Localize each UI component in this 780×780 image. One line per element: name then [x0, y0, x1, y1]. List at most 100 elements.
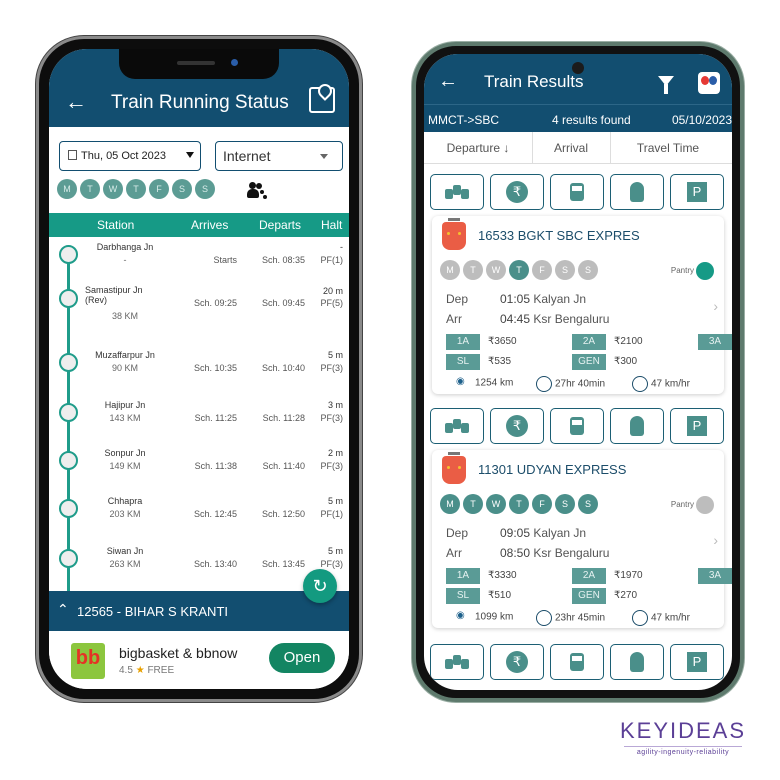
- day-chip: F: [532, 494, 552, 514]
- fare-class: SL: [446, 354, 480, 370]
- quick-actions-row: ₹ P: [424, 644, 732, 684]
- platform-icon: P: [687, 182, 707, 202]
- departure-time: Sch. 12:50: [261, 509, 305, 519]
- platform-button[interactable]: P: [670, 644, 724, 680]
- station-node-icon: [59, 451, 78, 470]
- steam-engine-button[interactable]: [610, 644, 664, 680]
- station-node-icon: [59, 353, 78, 372]
- platform-button[interactable]: P: [670, 408, 724, 444]
- filter-icon[interactable]: [658, 76, 674, 94]
- train-card[interactable]: 16533 BGKT SBC EXPRES M T W T F S S Pantry Dep 01:…: [432, 216, 732, 394]
- station-km: 143 KM: [109, 413, 141, 423]
- platform: PF(1): [320, 255, 344, 265]
- date-value: Thu, 05 Oct 2023: [81, 150, 166, 162]
- speed: 47 km/hr: [651, 612, 690, 624]
- station-km: 263 KM: [109, 559, 141, 569]
- day-chip: S: [578, 260, 598, 280]
- date-selector[interactable]: Thu, 05 Oct 2023: [59, 141, 201, 171]
- rupee-fare-button[interactable]: ₹: [490, 174, 544, 210]
- sort-departure[interactable]: Departure ↓: [424, 141, 532, 155]
- dep-time: 09:05: [500, 526, 531, 540]
- station-node-icon: [59, 549, 78, 568]
- day-chip: T: [80, 179, 100, 199]
- halt-duration: 5 m: [327, 496, 343, 506]
- back-arrow-icon[interactable]: ←: [438, 70, 458, 93]
- source-selector[interactable]: Internet: [215, 141, 343, 171]
- station-name: Darbhanga Jn: [96, 242, 154, 252]
- station-row[interactable]: Samastipur Jn (Rev) 38 KM Sch. 09:25 Sch. 0…: [49, 283, 349, 333]
- halt-duration: 3 m: [327, 400, 343, 410]
- station-node-icon: [59, 403, 78, 422]
- map-pin-icon[interactable]: [309, 87, 335, 113]
- seat-availability-button[interactable]: [430, 408, 484, 444]
- star-icon: ★: [135, 665, 145, 676]
- route-distance-icon: ◉: [456, 610, 465, 621]
- rupee-fare-button[interactable]: ₹: [490, 408, 544, 444]
- route-distance-icon: ◉: [456, 376, 465, 387]
- train-bar-label: 12565 - BIHAR S KRANTI: [77, 604, 228, 619]
- pantry-label: Pantry: [670, 266, 694, 276]
- back-arrow-icon[interactable]: ←: [65, 89, 87, 115]
- fare-price: ₹2100: [614, 336, 643, 347]
- train-schedule-button[interactable]: [550, 644, 604, 680]
- ad-banner[interactable]: bb bigbasket & bbnow 4.5 ★ FREE Open: [49, 631, 349, 689]
- station-row[interactable]: Chhapra 203 KM Sch. 12:45 Sch. 12:50 5 m PF(1…: [49, 493, 349, 543]
- arr-label: Arr: [446, 312, 462, 326]
- halt-duration: -: [340, 242, 343, 252]
- train-schedule-button[interactable]: [550, 408, 604, 444]
- bigbasket-logo: bb: [71, 643, 105, 679]
- railfood-logo-icon[interactable]: [698, 72, 720, 94]
- duration: 27hr 40min: [555, 378, 606, 390]
- train-bar[interactable]: ⌃ 12565 - BIHAR S KRANTI: [49, 591, 349, 631]
- sort-arrival[interactable]: Arrival: [532, 141, 610, 155]
- fare-class: 3A: [698, 568, 732, 584]
- open-button[interactable]: Open: [269, 643, 335, 673]
- rupee-fare-icon: ₹: [506, 651, 528, 673]
- platform: PF(5): [320, 298, 344, 308]
- caret-down-icon: [186, 152, 194, 158]
- rupee-fare-button[interactable]: ₹: [490, 644, 544, 680]
- fare-price: ₹1970: [614, 570, 643, 581]
- chevron-right-icon[interactable]: ›: [713, 532, 718, 548]
- platform-button[interactable]: P: [670, 174, 724, 210]
- sort-travel-time[interactable]: Travel Time: [610, 141, 726, 155]
- coffee-cup-icon: [696, 496, 714, 514]
- day-chip: W: [486, 494, 506, 514]
- chevron-right-icon[interactable]: ›: [713, 298, 718, 314]
- seat-availability-button[interactable]: [430, 174, 484, 210]
- seat-availability-icon: [445, 419, 469, 433]
- arr-label: Arr: [446, 546, 462, 560]
- seat-availability-button[interactable]: [430, 644, 484, 680]
- day-chip: S: [172, 179, 192, 199]
- day-chip: F: [149, 179, 169, 199]
- running-days: MTWTFSS: [440, 260, 601, 280]
- page-title: Train Results: [484, 72, 584, 91]
- station-km: -: [123, 255, 127, 265]
- departure-line: Dep 01:05 Kalyan Jn: [446, 292, 586, 306]
- train-schedule-button[interactable]: [550, 174, 604, 210]
- running-days: MTWTFSS: [57, 179, 218, 201]
- arrival-time: Sch. 11:25: [194, 413, 237, 423]
- distance: 1254 km: [475, 377, 514, 389]
- day-chip: T: [509, 260, 529, 280]
- header-departs: Departs: [259, 218, 302, 232]
- platform-icon: P: [687, 652, 707, 672]
- station-row[interactable]: Sonpur Jn 149 KM Sch. 11:38 Sch. 11:40 2 m PF…: [49, 445, 349, 495]
- steam-engine-icon: [630, 652, 644, 672]
- left-phone: ← Train Running Status Thu, 05 Oct 2023 …: [36, 36, 362, 702]
- ad-price: FREE: [147, 665, 175, 676]
- train-card[interactable]: 11301 UDYAN EXPRESS M T W T F S S Pantry Dep 09:05…: [432, 450, 732, 628]
- station-row[interactable]: Muzaffarpur Jn 90 KM Sch. 10:35 Sch. 10:40 5…: [49, 347, 349, 397]
- station-row[interactable]: Darbhanga Jn - Starts Sch. 08:35 - PF(1): [49, 239, 349, 289]
- steam-engine-button[interactable]: [610, 408, 664, 444]
- brand-name: KEYIDEAS: [619, 718, 747, 743]
- refresh-button[interactable]: ↻: [303, 569, 337, 603]
- distance: 1099 km: [475, 611, 514, 623]
- station-row[interactable]: Hajipur Jn 143 KM Sch. 11:25 Sch. 11:28 3 m P…: [49, 397, 349, 447]
- search-info-bar: MMCT->SBC 4 results found 05/10/2023: [424, 104, 732, 132]
- steam-engine-button[interactable]: [610, 174, 664, 210]
- day-chip: W: [486, 260, 506, 280]
- share-users-icon[interactable]: [247, 182, 267, 200]
- arrival-time: Starts: [213, 255, 237, 265]
- fare-price: ₹270: [614, 590, 638, 601]
